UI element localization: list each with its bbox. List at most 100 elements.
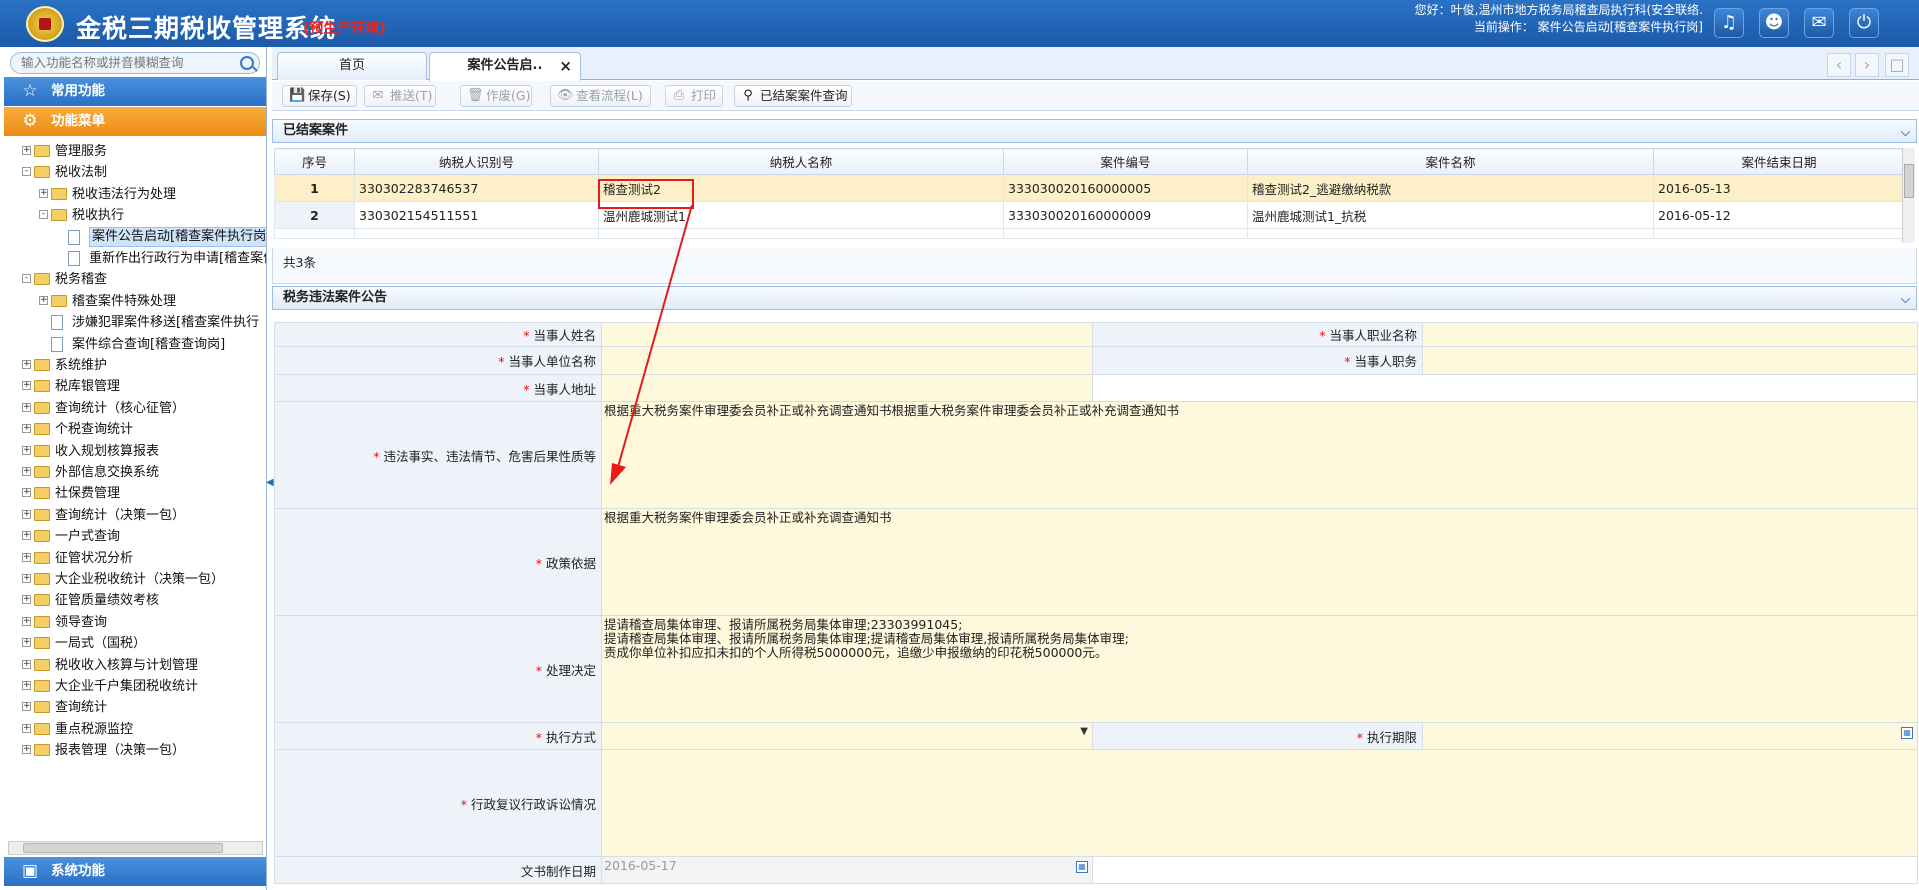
tab-home[interactable]: 首页 <box>277 52 427 80</box>
expand-icon[interactable]: + <box>22 531 31 541</box>
collapse-icon[interactable]: - <box>39 210 48 220</box>
common-functions-label: 常用功能 <box>51 83 105 99</box>
tree-item-label: 领导查询 <box>55 614 108 630</box>
folder-icon <box>34 701 50 714</box>
scroll-thumb[interactable] <box>1904 164 1914 198</box>
bell-icon[interactable]: ♫ <box>1714 8 1744 38</box>
calendar-icon[interactable]: ▦ <box>1076 861 1088 873</box>
expand-icon[interactable]: + <box>22 681 31 690</box>
review-textarea[interactable] <box>601 749 1918 857</box>
tree-item-label: 外部信息交换系统 <box>55 465 160 480</box>
tab-case-notice[interactable]: 案件公告启.. × <box>429 52 581 81</box>
star-icon: ☆ <box>22 81 38 101</box>
common-functions-header[interactable]: ☆ 常用功能 <box>4 77 266 106</box>
users-icon[interactable]: ☻ <box>1759 8 1789 38</box>
void-button[interactable]: 🗑 作废(G) <box>460 85 532 107</box>
function-menu-header[interactable]: ⚙ 功能菜单 <box>4 107 266 136</box>
function-search-input[interactable]: 输入功能名称或拼音模糊查询 <box>10 52 260 74</box>
trash-icon: 🗑 <box>467 88 484 103</box>
doc-date-field[interactable]: 2016-05-17 ▦ <box>601 856 1093 884</box>
expand-icon[interactable]: + <box>39 188 48 198</box>
search-icon[interactable] <box>240 56 254 70</box>
column-header[interactable]: 案件结束日期 <box>1653 148 1905 175</box>
closed-cases-panel-header[interactable]: 已结案案件 ⌵ <box>272 119 1917 143</box>
tree-item-label: 重新作出行政行为申请[稽查案件 <box>89 251 266 266</box>
chat-icon[interactable]: ✉ <box>1804 8 1834 38</box>
notice-panel-header[interactable]: 税务违法案件公告 ⌵ <box>272 286 1917 310</box>
table-row[interactable]: 1 330302283746537 稽查测试2 333030020160000005 稽… <box>274 174 1905 202</box>
table-row-partial <box>274 228 1905 239</box>
table-vertical-scrollbar[interactable] <box>1902 148 1915 243</box>
tree-horizontal-scrollbar[interactable] <box>8 841 263 855</box>
table-row[interactable]: 2 330302154511551 温州鹿城测试1 33303002016000000… <box>274 201 1905 229</box>
expand-icon[interactable]: + <box>22 574 31 583</box>
chevron-down-icon[interactable]: ⌵ <box>1901 288 1910 310</box>
column-header[interactable]: 案件名称 <box>1247 148 1654 175</box>
calendar-icon[interactable]: ▦ <box>1901 727 1913 739</box>
chevron-down-icon[interactable]: ▼ <box>1080 725 1088 739</box>
facts-textarea[interactable]: 根据重大税务案件审理委会员补正或补充调查通知书根据重大税务案件审理委会员补正或补… <box>601 401 1918 509</box>
expand-icon[interactable]: + <box>22 146 31 155</box>
expand-icon[interactable]: + <box>22 360 31 369</box>
push-button[interactable]: ✉ 推送(T) <box>364 85 436 107</box>
tree-item-label: 一户式查询 <box>55 529 121 545</box>
maximize-icon[interactable]: □ <box>1885 53 1909 77</box>
expand-icon[interactable]: + <box>22 424 31 434</box>
decision-textarea[interactable]: 提请稽查局集体审理、报请所属税务局集体审理;23303991045; 提请稽查局… <box>601 615 1918 723</box>
expand-icon[interactable]: + <box>22 702 31 712</box>
empty-cell <box>1092 856 1918 884</box>
expand-icon[interactable]: + <box>22 745 31 755</box>
toolbar: 💾 保存(S) ✉ 推送(T) 🗑 作废(G) 👁 查看流程(L) ⎙ 打印 ⚲ 已结案案件… <box>272 81 1919 111</box>
folder-icon <box>51 209 67 222</box>
tab-next-icon[interactable]: › <box>1855 53 1879 77</box>
page-icon <box>68 251 80 266</box>
party-name-label: * 当事人姓名 <box>274 322 602 347</box>
empty-cell <box>1092 374 1918 402</box>
expand-icon[interactable]: + <box>22 616 31 626</box>
expand-icon[interactable]: + <box>39 295 48 305</box>
column-header[interactable]: 纳税人识别号 <box>354 148 599 175</box>
exec-method-select[interactable]: ▼ <box>601 722 1093 750</box>
collapse-icon[interactable]: - <box>22 167 31 177</box>
collapse-icon[interactable]: - <box>22 274 31 284</box>
view-flow-button[interactable]: 👁 查看流程(L) <box>550 85 651 107</box>
column-header[interactable]: 纳税人名称 <box>598 148 1004 175</box>
expand-icon[interactable]: + <box>22 638 31 648</box>
expand-icon[interactable]: + <box>22 723 31 733</box>
power-icon[interactable]: ⏻ <box>1849 8 1879 38</box>
folder-icon <box>34 359 50 371</box>
expand-icon[interactable]: + <box>22 467 31 476</box>
closed-case-query-button[interactable]: ⚲ 已结案案件查询 <box>734 85 852 107</box>
tree-item-label: 查询统计 <box>55 700 108 716</box>
expand-icon[interactable]: + <box>22 488 31 498</box>
tree-item-label: 重点税源监控 <box>55 721 134 737</box>
notice-form: * 当事人姓名 * 当事人职业名称 * 当事人单位名称 * 当事人职务 * 当事人地址 *… <box>274 322 1918 884</box>
folder-icon <box>34 380 50 393</box>
chevron-down-icon[interactable]: ⌵ <box>1901 121 1910 143</box>
party-post-field[interactable] <box>1422 346 1918 375</box>
scroll-thumb[interactable] <box>23 843 223 853</box>
expand-icon[interactable]: + <box>22 595 31 605</box>
column-header[interactable]: 序号 <box>274 148 355 175</box>
party-occupation-field[interactable] <box>1422 322 1918 347</box>
column-header[interactable]: 案件编号 <box>1003 148 1248 175</box>
tree-item-label: 征管状况分析 <box>55 550 134 566</box>
tab-prev-icon[interactable]: ‹ <box>1827 53 1851 77</box>
expand-icon[interactable]: + <box>22 552 31 562</box>
print-button[interactable]: ⎙ 打印 <box>665 85 723 107</box>
tree-item-label: 报表管理（决策一包） <box>55 743 186 759</box>
close-icon[interactable]: × <box>559 53 572 79</box>
expand-icon[interactable]: + <box>22 402 31 412</box>
save-button[interactable]: 💾 保存(S) <box>282 85 357 107</box>
expand-icon[interactable]: + <box>22 659 31 669</box>
env-badge: (预生产环境) <box>303 21 386 37</box>
exec-period-field[interactable]: ▦ <box>1422 722 1918 750</box>
sidebar: 输入功能名称或拼音模糊查询 ☆ 常用功能 ⚙ 功能菜单 + 管理服务 - 税收法制 + 税… <box>0 47 267 890</box>
tab-case-notice-label: 案件公告启.. <box>467 58 543 73</box>
expand-icon[interactable]: + <box>22 509 31 519</box>
expand-icon[interactable]: + <box>22 445 31 455</box>
system-functions-header[interactable]: ▣ 系统功能 <box>4 857 266 886</box>
policy-textarea[interactable]: 根据重大税务案件审理委会员补正或补充调查通知书 <box>601 508 1918 616</box>
expand-icon[interactable]: + <box>22 381 31 391</box>
facts-label: * 违法事实、违法情节、危害后果性质等 <box>274 401 602 509</box>
